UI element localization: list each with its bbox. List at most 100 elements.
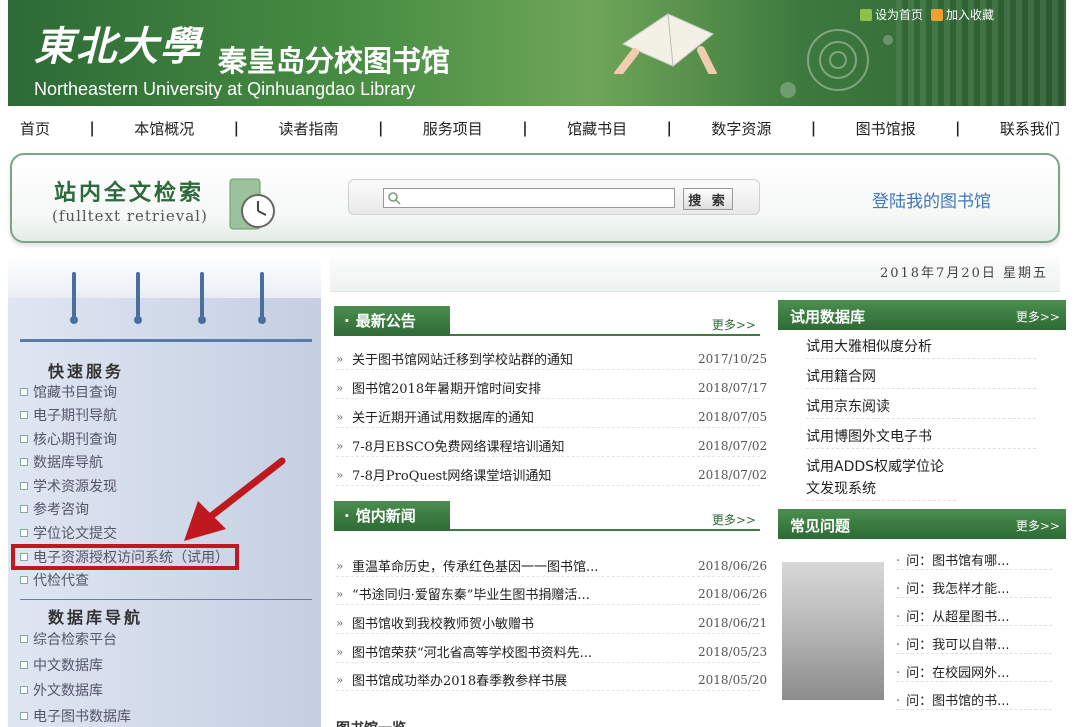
search-title: 站内全文检索 [54,181,205,206]
quick-service-item[interactable]: 馆藏书目查询 [20,382,117,402]
faq-item[interactable]: · 问：在校园网外... [896,662,1052,682]
nav-item-home[interactable]: 首页 [20,118,50,139]
db-nav-item[interactable]: 综合检索平台 [20,629,117,649]
sidebar-divider [20,599,312,600]
db-nav-item[interactable]: 外文数据库 [20,680,103,700]
book-image [614,13,717,74]
search-input[interactable] [383,188,675,208]
news-item[interactable]: » 图书馆收到我校教师贺小敏赠书 2018/06/21 [336,612,767,634]
nav-separator: | [89,119,95,137]
trial-db-item[interactable]: 试用大雅相似度分析 [806,336,1036,359]
faq-item[interactable]: · 问：从超星图书... [896,606,1052,626]
bullet-icon [20,505,28,513]
nav-item-services[interactable]: 服务项目 [423,118,483,139]
clock-icon [229,178,275,230]
announcement-item[interactable]: » 图书馆2018年暑期开馆时间安排 2018/07/17 [336,377,767,399]
nav-item-newsletter[interactable]: 图书馆报 [856,118,916,139]
bullet-icon [20,661,28,669]
trial-db-title: 试用数据库 [790,308,866,326]
bullet-icon [20,388,28,396]
bullet-icon [20,435,28,443]
news-item[interactable]: » “书途同归·爱留东秦”毕业生图书捐赠活... 2018/06/26 [336,583,767,605]
login-library-link[interactable]: 登陆我的图书馆 [872,187,991,212]
trial-db-item[interactable]: 试用博图外文电子书 [806,426,1036,449]
main-nav: 首页 | 本馆概况 | 读者指南 | 服务项目 | 馆藏书目 | 数字资源 | … [20,112,1060,144]
notebook-rings [70,272,266,324]
bullet-icon [20,411,28,419]
home-icon [859,9,872,21]
bullet-icon [20,686,28,694]
add-favorite-link[interactable]: 加入收藏 [930,6,994,23]
sidebar-divider [20,339,312,342]
library-overview-title: 图书馆一览 [336,718,406,727]
university-logo: 東北大學 [34,23,202,70]
nav-separator: | [233,119,240,137]
faq-more-link[interactable]: 更多>> [1016,517,1060,534]
nav-item-about[interactable]: 本馆概况 [134,118,194,139]
db-nav-title: 数据库导航 [48,608,144,627]
news-item[interactable]: » 图书馆荣获“河北省高等学校图书资料先... 2018/05/23 [336,641,767,663]
news-more-link[interactable]: 更多>> [712,511,756,528]
news-title: 馆内新闻 [334,501,450,531]
search-button[interactable]: 搜 索 [683,188,733,210]
announcement-item[interactable]: » 7-8月ProQuest网络课堂培训通知 2018/07/02 [336,464,767,486]
current-date: 2018年7月20日 星期五 [879,266,1048,281]
bullet-icon [20,529,28,537]
bullet-icon [20,635,28,643]
trial-db-more-link[interactable]: 更多>> [1016,308,1060,325]
bullet-icon [20,576,28,584]
trial-db-item[interactable]: 试用ADDS权威学位论文发现系统 [806,456,956,501]
trial-db-item[interactable]: 试用籍合网 [806,366,1036,389]
nav-item-guide[interactable]: 读者指南 [279,118,339,139]
quick-service-item[interactable]: 参考咨询 [20,499,89,519]
db-nav-item[interactable]: 中文数据库 [20,655,103,675]
quick-services-title: 快速服务 [48,362,125,381]
search-icon [388,192,401,205]
quick-service-item[interactable]: 数据库导航 [20,452,103,472]
red-arrow-annotation [184,457,286,541]
search-subtitle: (fulltext retrieval) [52,207,208,225]
set-homepage-link[interactable]: 设为首页 [859,6,923,23]
nav-separator: | [955,119,961,137]
news-header: 馆内新闻 更多>> [334,501,760,531]
bullet-icon [20,712,28,720]
news-item[interactable]: » 图书馆成功举办2018春季教参样书展 2018/05/20 [336,669,767,691]
library-title-en: Northeastern University at Qinhuangdao L… [34,79,416,99]
faq-header: 常见问题 更多>> [778,509,1066,539]
trial-db-item[interactable]: 试用京东阅读 [806,396,1036,419]
news-item[interactable]: » 重温革命历史，传承红色基因一一图书馆... 2018/06/26 [336,555,767,577]
date-bar: 2018年7月20日 星期五 [330,250,1060,292]
bullet-icon [20,458,28,466]
library-title: 秦皇岛分校图书馆 [218,44,451,78]
search-box: 搜 索 [348,179,760,215]
bullet-icon [20,482,28,490]
top-links: 设为首页 加入收藏 [859,6,994,23]
nav-separator: | [522,119,528,137]
announcements-header: 最新公告 更多>> [334,306,760,336]
quick-service-item[interactable]: 核心期刊查询 [20,429,117,449]
announcement-item[interactable]: » 关于近期开通试用数据库的通知 2018/07/05 [336,406,767,428]
faq-item[interactable]: · 问：图书馆有哪... [896,550,1052,570]
search-band: 站内全文检索 (fulltext retrieval) 搜 索 登陆我的图书馆 [10,153,1060,243]
nav-separator: | [666,119,672,137]
faq-item[interactable]: · 问：我怎样才能... [896,578,1052,598]
nav-item-digital[interactable]: 数字资源 [711,118,771,139]
faq-title: 常见问题 [790,517,851,535]
faq-item[interactable]: · 问：我可以自带... [896,634,1052,654]
announcement-item[interactable]: » 关于图书馆网站迁移到学校站群的通知 2017/10/25 [336,348,767,370]
announcements-more-link[interactable]: 更多>> [712,316,756,333]
nav-item-catalog[interactable]: 馆藏书目 [567,118,627,139]
header-banner: 東北大學 秦皇岛分校图书馆 Northeastern University at… [8,0,1066,106]
quick-service-item[interactable]: 代检代查 [20,570,89,590]
announcements-title: 最新公告 [334,306,450,336]
nav-item-contact[interactable]: 联系我们 [1000,118,1060,139]
nav-separator: | [810,119,817,137]
faq-item[interactable]: · 问：图书馆的书... [896,690,1052,710]
quick-service-item[interactable]: 电子期刊导航 [20,405,117,425]
quick-service-item[interactable]: 学术资源发现 [20,476,117,496]
db-nav-item[interactable]: 电子图书数据库 [20,706,131,726]
circle-decoration [780,29,893,98]
favorite-icon [930,9,943,21]
announcement-item[interactable]: » 7-8月EBSCO免费网络课程培训通知 2018/07/02 [336,435,767,457]
quick-service-item[interactable]: 学位论文提交 [20,523,117,543]
